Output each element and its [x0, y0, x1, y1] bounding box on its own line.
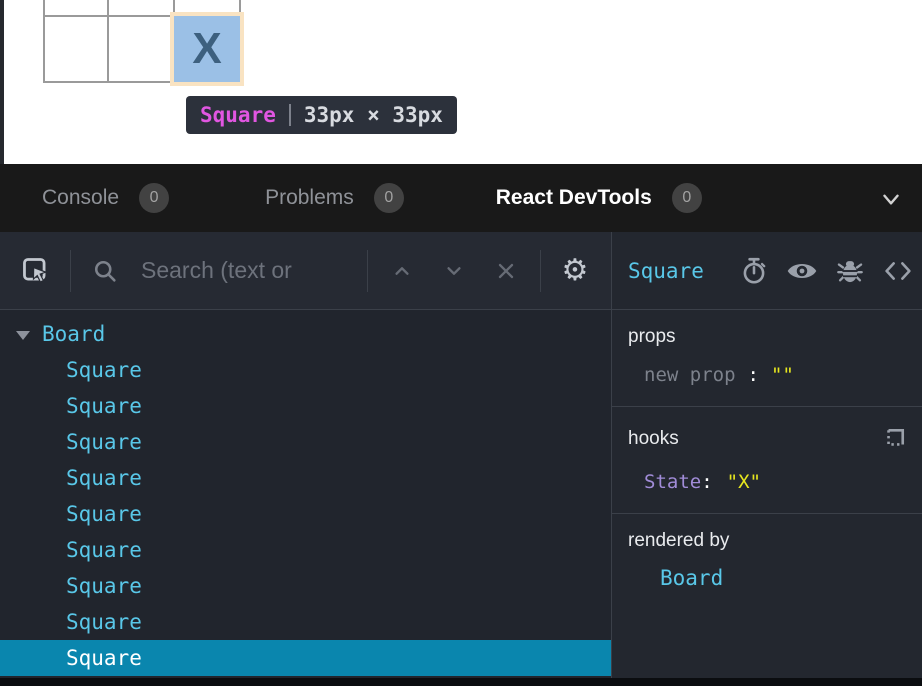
tree-node-board[interactable]: Board	[0, 316, 611, 352]
previous-match-icon[interactable]	[384, 253, 420, 289]
tab-react-devtools[interactable]: React DevTools 0	[496, 183, 702, 213]
inspector-header: Square	[612, 232, 922, 310]
tooltip-dimensions: 33px × 33px	[304, 103, 443, 127]
rendered-by-section: rendered by Board	[612, 514, 922, 610]
hook-value-input[interactable]: "X"	[727, 471, 761, 493]
component-tree: Board Square Square Square Square Square…	[0, 310, 611, 678]
board-cell[interactable]	[109, 17, 175, 83]
inspect-element-icon[interactable]	[18, 253, 54, 289]
tree-node-square-selected[interactable]: Square	[0, 640, 611, 676]
tree-node-square[interactable]: Square	[0, 604, 611, 640]
tab-problems-label: Problems	[265, 186, 354, 210]
tree-node-label: Square	[66, 538, 142, 562]
tree-node-label: Square	[66, 394, 142, 418]
divider	[540, 250, 541, 292]
page-viewport: X Square 33px × 33px	[0, 0, 922, 164]
board-cell-x[interactable]: X	[175, 17, 241, 83]
new-prop-input[interactable]: new prop	[644, 364, 736, 386]
rendered-by-owner-link[interactable]: Board	[628, 566, 910, 590]
board-cell[interactable]	[109, 0, 175, 17]
colon: :	[748, 364, 759, 386]
tree-node-square[interactable]: Square	[0, 460, 611, 496]
tree-node-square[interactable]: Square	[0, 532, 611, 568]
tree-node-label: Square	[66, 502, 142, 526]
hooks-header: hooks	[628, 428, 679, 450]
tictactoe-board: X	[43, 0, 241, 83]
inspect-dom-eye-icon[interactable]	[786, 255, 818, 287]
tab-console-badge: 0	[139, 183, 169, 213]
search-icon	[87, 253, 123, 289]
hook-name: State	[644, 471, 701, 493]
tree-node-label: Square	[66, 646, 142, 670]
next-match-icon[interactable]	[436, 253, 472, 289]
suspend-timer-icon[interactable]	[738, 255, 770, 287]
devtools-tab-bar: Console 0 Problems 0 React DevTools 0	[0, 164, 922, 232]
tree-node-label: Square	[66, 466, 142, 490]
expand-triangle-icon[interactable]	[16, 331, 30, 340]
colon: :	[701, 471, 712, 493]
tab-problems[interactable]: Problems 0	[265, 183, 404, 213]
tree-node-square[interactable]: Square	[0, 388, 611, 424]
tree-node-label: Square	[66, 610, 142, 634]
tree-node-square[interactable]: Square	[0, 568, 611, 604]
inspector-pane: Square	[612, 232, 922, 678]
log-bug-icon[interactable]	[834, 255, 866, 287]
tab-console-label: Console	[42, 186, 119, 210]
divider	[367, 250, 368, 292]
tree-node-label: Square	[66, 574, 142, 598]
tab-react-devtools-badge: 0	[672, 183, 702, 213]
components-tree-pane: ⚙ Board Square Square Square Square Squa…	[0, 232, 612, 678]
chevron-down-icon[interactable]	[878, 186, 904, 212]
new-prop-row: new prop : ""	[628, 364, 910, 386]
board-cell[interactable]	[43, 17, 109, 83]
react-devtools-panel: ⚙ Board Square Square Square Square Squa…	[0, 232, 922, 678]
tooltip-component-name: Square	[200, 103, 276, 127]
tree-node-label: Square	[66, 430, 142, 454]
props-header: props	[628, 326, 676, 348]
tab-problems-badge: 0	[374, 183, 404, 213]
devtools-window: X Square 33px × 33px Console 0 Problems …	[0, 0, 922, 686]
tab-console[interactable]: Console 0	[42, 183, 169, 213]
new-prop-value-input[interactable]: ""	[771, 364, 794, 386]
window-bottom-edge	[0, 678, 922, 686]
inspect-highlight-content: X	[174, 16, 240, 82]
cell-mark: X	[192, 24, 221, 74]
inspector-actions	[738, 255, 914, 287]
tree-node-label: Square	[66, 358, 142, 382]
tree-toolbar: ⚙	[0, 232, 611, 310]
tree-node-square[interactable]: Square	[0, 496, 611, 532]
parse-hook-names-icon[interactable]	[878, 423, 910, 455]
board-cell[interactable]	[43, 0, 109, 17]
hooks-section: hooks State : "X"	[612, 407, 922, 514]
rendered-by-header: rendered by	[628, 530, 729, 552]
settings-gear-icon[interactable]: ⚙	[557, 253, 593, 289]
tree-node-square[interactable]: Square	[0, 352, 611, 388]
tab-react-devtools-label: React DevTools	[496, 186, 652, 210]
inspect-tooltip: Square 33px × 33px	[186, 96, 457, 134]
window-left-edge	[0, 0, 4, 164]
divider	[70, 250, 71, 292]
selected-component-title: Square	[628, 259, 738, 283]
search-input[interactable]	[139, 256, 351, 285]
tree-node-square[interactable]: Square	[0, 424, 611, 460]
tooltip-separator	[289, 104, 291, 126]
state-hook-row: State : "X"	[628, 471, 910, 493]
view-source-icon[interactable]	[882, 255, 914, 287]
props-section: props new prop : ""	[612, 310, 922, 407]
tree-node-label: Board	[42, 322, 105, 346]
clear-search-icon[interactable]	[488, 253, 524, 289]
